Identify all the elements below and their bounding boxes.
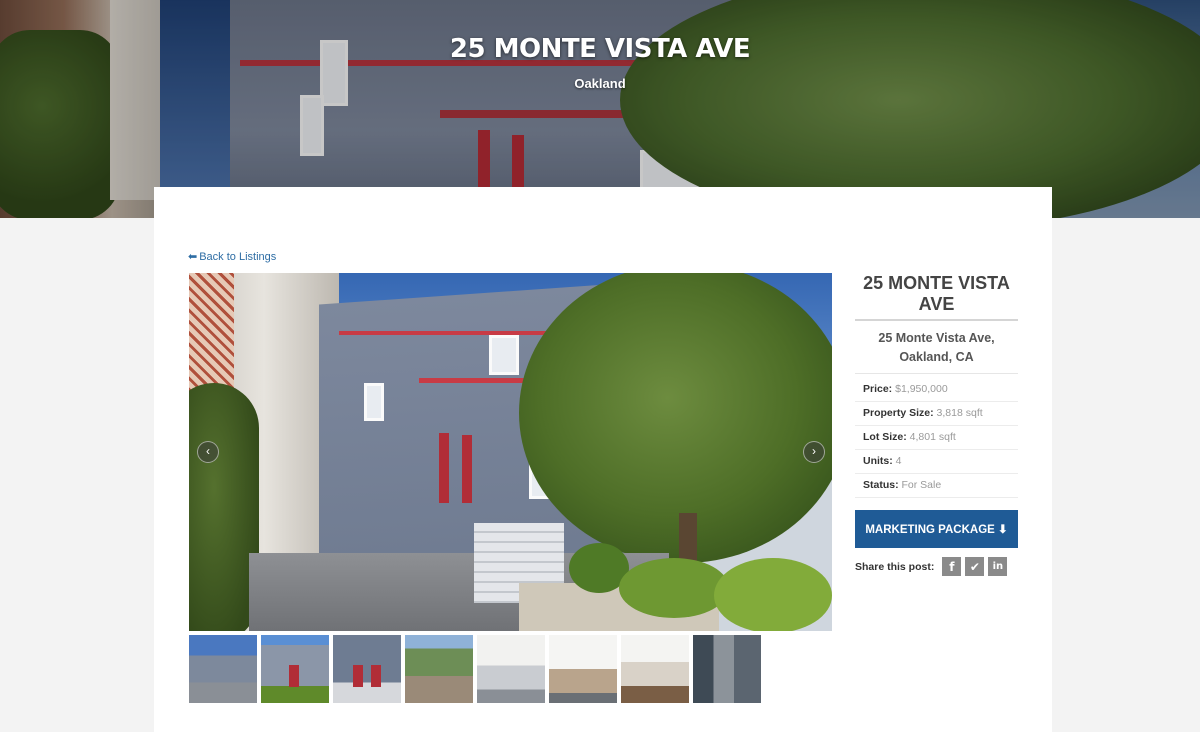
thumbnail-7[interactable]	[621, 635, 689, 703]
hero-title: 25 MONTE VISTA AVE	[449, 34, 751, 64]
hero-city: Oakland	[574, 76, 626, 91]
thumbnail-4[interactable]	[405, 635, 473, 703]
fact-lot-size: Lot Size: 4,801 sqft	[855, 426, 1018, 450]
hero-banner: 25 MONTE VISTA AVE Oakland	[0, 0, 1200, 218]
back-to-listings-link[interactable]: ⬅ Back to Listings	[188, 250, 276, 263]
twitter-icon[interactable]: ✔	[965, 557, 985, 576]
thumbnail-5[interactable]	[477, 635, 545, 703]
download-arrow-icon: ⬇	[998, 524, 1008, 536]
thumbnail-8[interactable]	[693, 635, 761, 703]
share-bar: Share this post: f ✔ in	[855, 557, 1018, 576]
thumbnail-2[interactable]	[261, 635, 329, 703]
thumbnail-1[interactable]	[189, 635, 257, 703]
arrow-left-icon: ⬅	[188, 251, 198, 263]
linkedin-icon[interactable]: in	[988, 557, 1008, 576]
listing-title: 25 MONTE VISTA AVE	[863, 273, 1010, 314]
chevron-left-icon[interactable]: ‹	[197, 441, 219, 463]
share-label: Share this post:	[855, 560, 935, 573]
thumbnail-strip	[189, 635, 761, 703]
fact-property-size: Property Size: 3,818 sqft	[855, 402, 1018, 426]
main-photo[interactable]	[189, 273, 832, 631]
fact-price: Price: $1,950,000	[855, 378, 1018, 402]
fact-units: Units: 4	[855, 450, 1018, 474]
property-facts: Price: $1,950,000 Property Size: 3,818 s…	[855, 378, 1018, 498]
thumbnail-6[interactable]	[549, 635, 617, 703]
chevron-right-icon[interactable]: ›	[803, 441, 825, 463]
facebook-icon[interactable]: f	[942, 557, 962, 576]
listing-sidebar: 25 MONTE VISTA AVE 25 Monte Vista Ave, O…	[855, 273, 1018, 576]
thumbnail-3[interactable]	[333, 635, 401, 703]
marketing-package-button[interactable]: MARKETING PACKAGE ⬇	[855, 510, 1018, 548]
listing-address: 25 Monte Vista Ave, Oakland, CA	[855, 321, 1018, 374]
fact-status: Status: For Sale	[855, 474, 1018, 498]
